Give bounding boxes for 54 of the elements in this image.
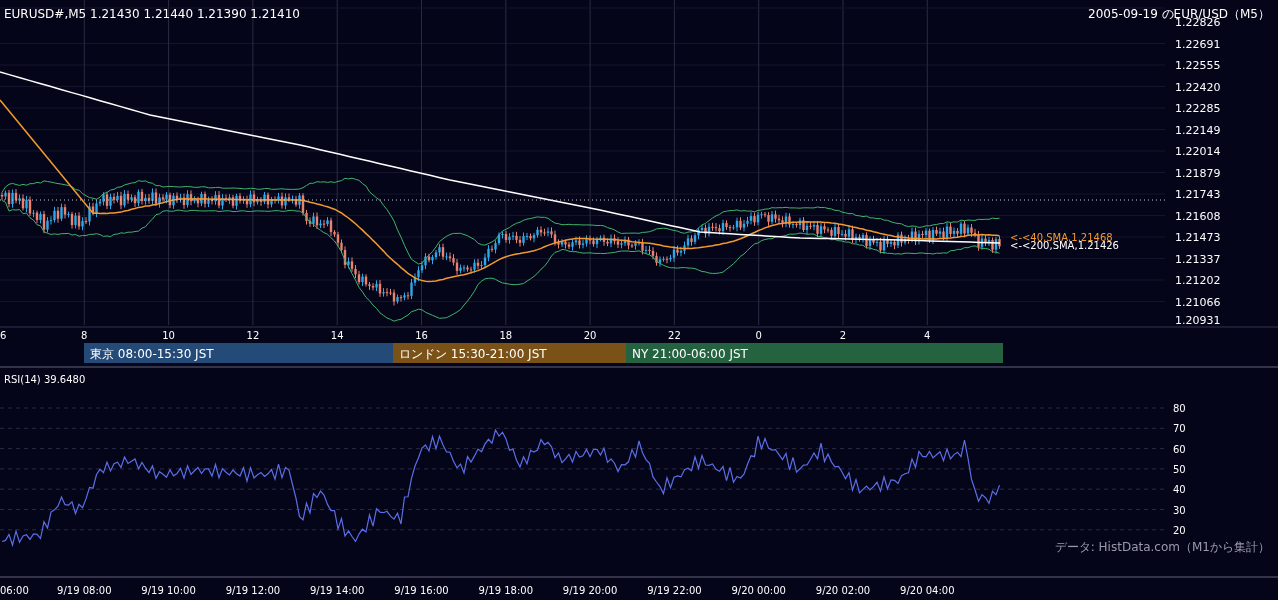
time-axis-label: 9/19 22:00	[647, 585, 702, 596]
time-axis-label: 8	[81, 330, 88, 341]
rsi-axis-label: 60	[1173, 443, 1186, 455]
price-axis-label: 1.21473	[1175, 231, 1221, 244]
price-axis-label: 1.21066	[1175, 295, 1221, 309]
price-axis-label: 1.21337	[1175, 252, 1221, 266]
rsi-axis-label: 50	[1173, 463, 1186, 475]
time-axis-label: 10	[162, 330, 175, 341]
time-axis-label: 9/19 14:00	[309, 585, 365, 596]
time-axis-label: 4	[924, 330, 931, 341]
price-axis-label: 1.21202	[1175, 274, 1221, 287]
time-axis-label: 16	[415, 330, 428, 341]
rsi-axis-label: 70	[1173, 423, 1186, 435]
time-axis-label: 9/20 00:00	[731, 585, 786, 596]
time-axis-label: 0	[755, 330, 762, 341]
price-axis-label: 1.22285	[1175, 102, 1221, 115]
price-axis-label: 1.22420	[1175, 80, 1221, 94]
chart-title: 2005-09-19 のEUR/USD（M5）	[1088, 7, 1270, 21]
time-axis-label: 06:00	[0, 585, 29, 596]
price-axis-label: 1.22149	[1175, 123, 1221, 137]
time-axis-label: 9/19 18:00	[478, 585, 534, 596]
time-axis-label: 9/19 16:00	[394, 585, 449, 596]
rsi-axis-label: 20	[1173, 524, 1186, 536]
time-axis-label: 9/20 04:00	[900, 585, 955, 596]
session-bar: NY 21:00-06:00 JST	[626, 343, 1003, 363]
price-axis-label: 1.22555	[1175, 59, 1221, 72]
time-axis-label: 9/19 08:00	[57, 585, 112, 596]
data-source-note: データ: HistData.com（M1から集計）	[1054, 540, 1270, 554]
session-bar: ロンドン 15:30-21:00 JST	[393, 343, 626, 363]
rsi-axis-label: 30	[1173, 504, 1186, 516]
price-axis-label: 1.21879	[1175, 166, 1221, 180]
time-axis-label: 9/19 12:00	[225, 585, 281, 596]
price-axis-label: 1.22691	[1175, 37, 1221, 51]
time-axis-label: 22	[668, 330, 681, 341]
symbol-quote-text: EURUSD#,M5 1.21430 1.21440 1.21390 1.21410	[4, 7, 300, 21]
rsi-axis-label: 40	[1173, 484, 1186, 496]
time-axis-label: 12	[246, 330, 260, 341]
price-axis-label: 1.21743	[1175, 188, 1221, 201]
sma-label: <-<200,SMA,1.21426	[1010, 240, 1119, 251]
rsi-axis-label: 80	[1173, 403, 1186, 414]
sma-label: <-<40,SMA,1.21468	[1010, 232, 1113, 243]
price-axis-label: 1.22014	[1175, 145, 1221, 158]
time-axis-label: 9/19 20:00	[562, 585, 618, 596]
session-bar: 東京 08:00-15:30 JST	[84, 343, 393, 363]
time-axis-label: 20	[583, 330, 597, 341]
time-axis-label: 2	[839, 330, 847, 341]
time-axis-label: 9/20 02:00	[815, 585, 871, 596]
time-axis-label: 6	[0, 330, 7, 341]
price-axis-label: 1.20931	[1175, 314, 1221, 327]
rsi-label: RSI(14) 39.6480	[4, 374, 86, 385]
time-axis-label: 14	[330, 330, 344, 341]
time-axis-label: 9/19 10:00	[141, 585, 196, 596]
price-axis-label: 1.21608	[1175, 209, 1221, 223]
time-axis-label: 18	[499, 330, 513, 341]
